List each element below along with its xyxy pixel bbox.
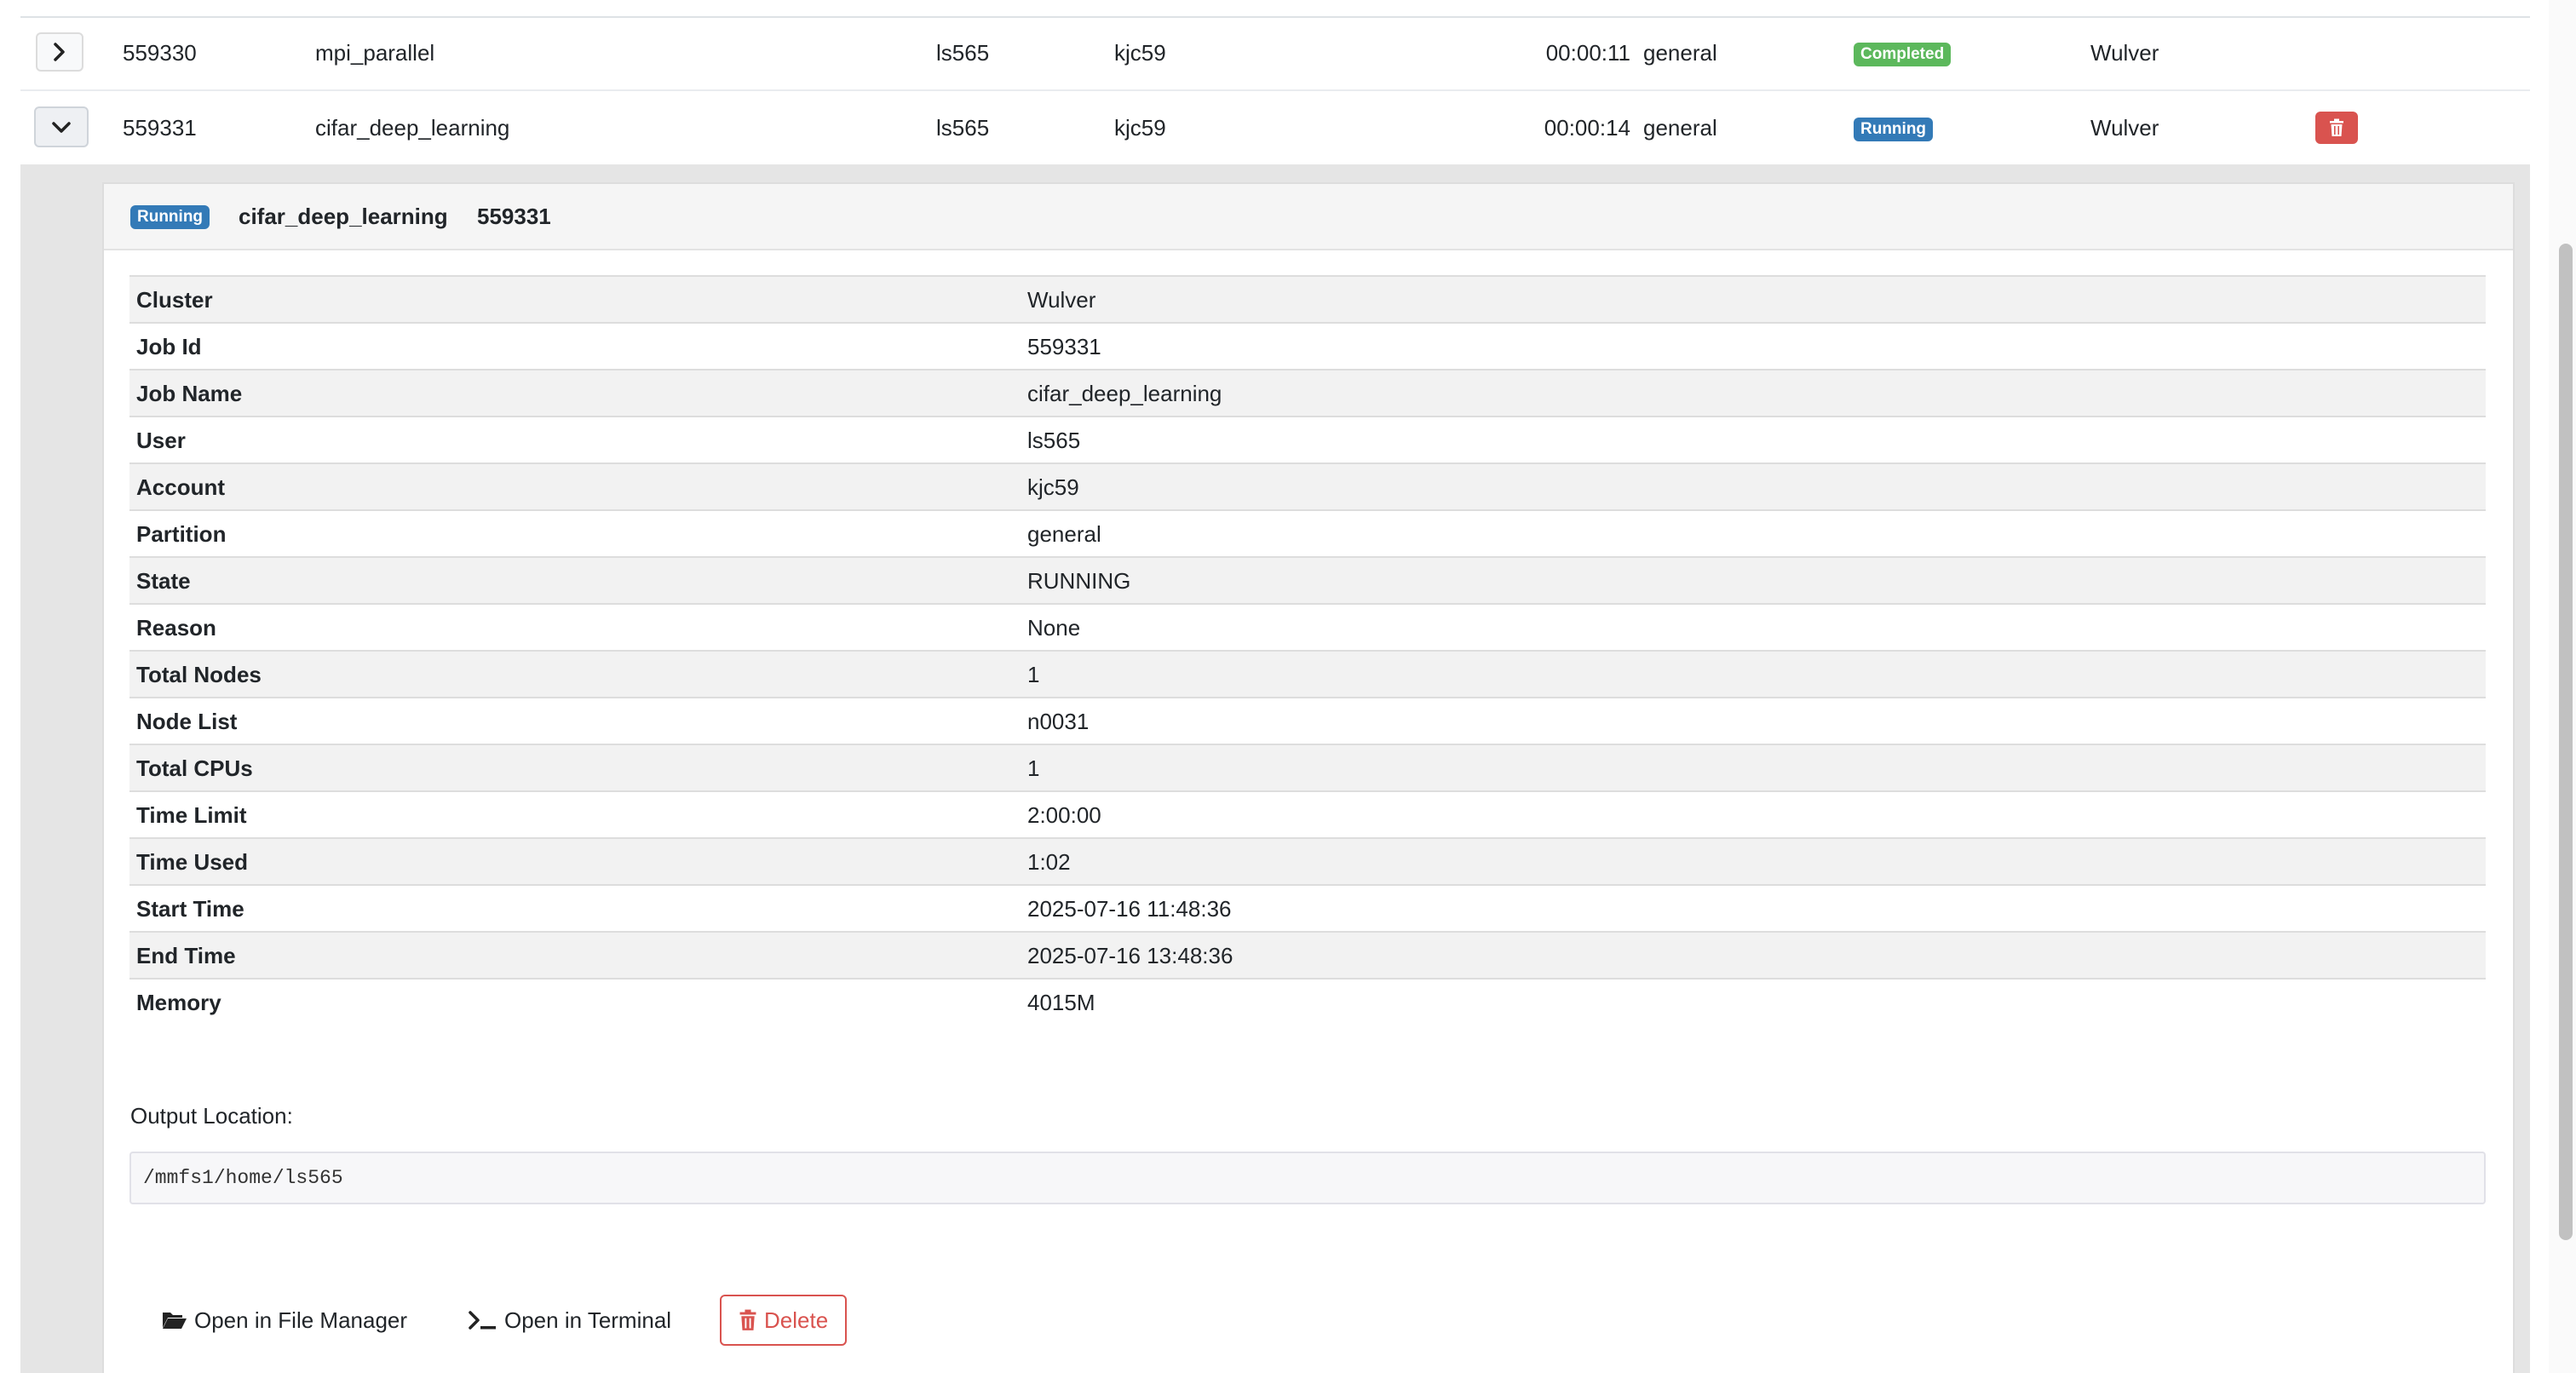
open-terminal-label: Open in Terminal	[504, 1307, 672, 1333]
job-account-cell: kjc59	[1114, 115, 1166, 141]
detail-value: 2025-07-16 11:48:36	[1027, 896, 1232, 922]
detail-value: 1:02	[1027, 849, 1071, 875]
detail-value: kjc59	[1027, 474, 1079, 500]
terminal-icon	[469, 1311, 496, 1330]
detail-label: Job Id	[136, 334, 202, 359]
chevron-down-icon	[52, 122, 71, 133]
detail-row: Total Nodes 1	[129, 650, 2486, 697]
detail-label: Cluster	[136, 287, 213, 313]
detail-row: User ls565	[129, 416, 2486, 462]
detail-label: Total CPUs	[136, 755, 253, 781]
detail-value: 2:00:00	[1027, 802, 1101, 828]
open-file-manager-button[interactable]: Open in File Manager	[162, 1295, 407, 1346]
status-badge: Running	[1854, 118, 1934, 142]
detail-label: Memory	[136, 990, 221, 1015]
folder-open-icon	[163, 1313, 187, 1329]
job-detail-id: 559331	[477, 204, 551, 229]
delete-job-button[interactable]	[2315, 112, 2358, 144]
detail-value: cifar_deep_learning	[1027, 381, 1222, 406]
job-name-cell: cifar_deep_learning	[315, 115, 510, 141]
chevron-right-icon	[54, 43, 65, 61]
job-time-cell: 00:00:14	[1544, 115, 1630, 141]
delete-label: Delete	[764, 1307, 829, 1333]
detail-label: End Time	[136, 943, 236, 968]
job-detail-table: Cluster Wulver Job Id 559331 Job Name cifar_d…	[129, 275, 2486, 1025]
status-badge: Completed	[1854, 43, 1952, 67]
detail-label: Total Nodes	[136, 662, 262, 687]
scrollbar-thumb[interactable]	[2559, 244, 2573, 1240]
detail-row: Memory 4015M	[129, 978, 2486, 1025]
collapse-row-button[interactable]	[34, 106, 89, 147]
detail-value: 2025-07-16 13:48:36	[1027, 943, 1233, 968]
job-state-cell: Completed	[1854, 16, 1952, 89]
expand-row-button[interactable]	[36, 32, 83, 72]
detail-value: RUNNING	[1027, 568, 1131, 594]
detail-value: 4015M	[1027, 990, 1095, 1015]
detail-row: Partition general	[129, 509, 2486, 556]
job-name-cell: mpi_parallel	[315, 40, 435, 66]
job-id-cell: 559331	[123, 115, 197, 141]
detail-label: Partition	[136, 521, 227, 547]
detail-row: Job Name cifar_deep_learning	[129, 369, 2486, 416]
detail-row: Reason None	[129, 603, 2486, 650]
detail-label: State	[136, 568, 191, 594]
job-detail-header: Running cifar_deep_learning 559331	[104, 184, 2513, 250]
detail-label: Start Time	[136, 896, 244, 922]
detail-label: Time Limit	[136, 802, 247, 828]
trash-icon	[739, 1309, 756, 1330]
delete-button[interactable]: Delete	[720, 1295, 848, 1346]
output-location-field[interactable]: /mmfs1/home/ls565	[129, 1152, 2486, 1204]
open-terminal-button[interactable]: Open in Terminal	[469, 1295, 671, 1346]
table-top-border	[20, 0, 2530, 18]
status-badge: Running	[130, 205, 210, 229]
detail-row: Time Used 1:02	[129, 837, 2486, 884]
job-user-cell: ls565	[936, 115, 990, 141]
detail-value: Wulver	[1027, 287, 1096, 313]
job-cluster-cell: Wulver	[2090, 40, 2159, 66]
detail-value: 559331	[1027, 334, 1101, 359]
job-state-cell: Running	[1854, 91, 1934, 164]
detail-row: Job Id 559331	[129, 322, 2486, 369]
detail-value: 1	[1027, 662, 1040, 687]
job-partition-cell: general	[1643, 115, 1717, 141]
output-location-label: Output Location:	[130, 1103, 293, 1129]
detail-row: Cluster Wulver	[129, 275, 2486, 322]
detail-label: User	[136, 428, 186, 453]
job-account-cell: kjc59	[1114, 40, 1166, 66]
job-time-cell: 00:00:11	[1545, 40, 1630, 66]
detail-row: Account kjc59	[129, 462, 2486, 509]
detail-row: Total CPUs 1	[129, 744, 2486, 790]
detail-row: State RUNNING	[129, 556, 2486, 603]
detail-value: 1	[1027, 755, 1040, 781]
detail-row: End Time 2025-07-16 13:48:36	[129, 931, 2486, 978]
output-path: /mmfs1/home/ls565	[143, 1167, 343, 1189]
detail-label: Reason	[136, 615, 216, 641]
detail-label: Time Used	[136, 849, 249, 875]
table-row: 559331 cifar_deep_learning ls565 kjc59 0…	[20, 91, 2530, 164]
detail-value: ls565	[1027, 428, 1081, 453]
detail-label: Node List	[136, 709, 238, 734]
job-detail-name: cifar_deep_learning	[239, 204, 448, 229]
open-file-manager-label: Open in File Manager	[194, 1307, 408, 1333]
detail-value: None	[1027, 615, 1081, 641]
detail-label: Job Name	[136, 381, 243, 406]
detail-row: Start Time 2025-07-16 11:48:36	[129, 884, 2486, 931]
detail-row: Time Limit 2:00:00	[129, 790, 2486, 837]
detail-label: Account	[136, 474, 225, 500]
detail-value: n0031	[1027, 709, 1090, 734]
job-cluster-cell: Wulver	[2090, 115, 2159, 141]
detail-value: general	[1027, 521, 1101, 547]
detail-row: Node List n0031	[129, 697, 2486, 744]
job-user-cell: ls565	[936, 40, 990, 66]
trash-icon	[2330, 118, 2343, 136]
job-partition-cell: general	[1643, 40, 1717, 66]
job-id-cell: 559330	[123, 40, 197, 66]
table-row: 559330 mpi_parallel ls565 kjc59 00:00:11…	[20, 16, 2530, 91]
